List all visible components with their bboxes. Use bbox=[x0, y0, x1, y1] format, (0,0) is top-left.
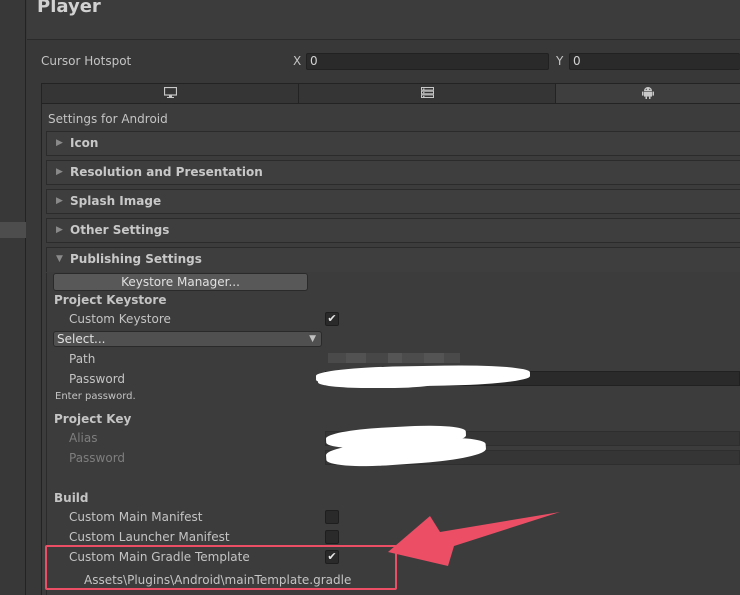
annotation-arrow-icon bbox=[388, 512, 560, 566]
